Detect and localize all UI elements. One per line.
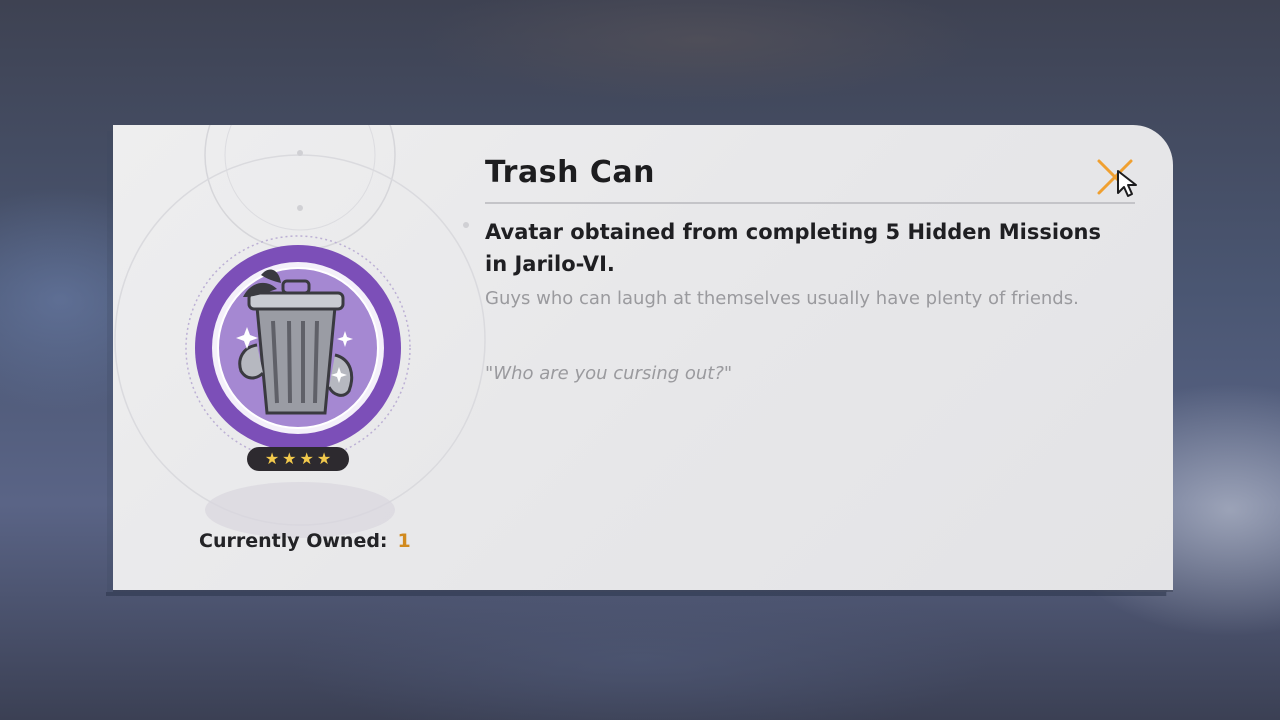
- item-quote: "Who are you cursing out?": [485, 363, 733, 384]
- item-flavor-text: Guys who can laugh at themselves usually…: [485, 288, 1079, 309]
- star-icon: ★: [264, 449, 280, 468]
- star-icon: ★: [282, 449, 297, 468]
- star-icon: ★: [316, 449, 332, 468]
- item-detail-card: ★ ★ ★ ★ Currently Owned: 1 Trash Can Avat…: [113, 125, 1173, 590]
- mouse-cursor-icon: [1117, 170, 1137, 197]
- star-icon: ★: [299, 449, 314, 468]
- title-divider: [485, 202, 1135, 204]
- trash-can-avatar-icon: [185, 235, 411, 461]
- currently-owned: Currently Owned: 1: [199, 530, 411, 552]
- item-description: Avatar obtained from completing 5 Hidden…: [485, 220, 1101, 276]
- owned-count: 1: [397, 530, 411, 552]
- rarity-stars: ★ ★ ★ ★: [247, 447, 349, 471]
- card-shadow: [106, 592, 1166, 596]
- item-title: Trash Can: [485, 155, 655, 190]
- owned-label: Currently Owned:: [199, 530, 388, 552]
